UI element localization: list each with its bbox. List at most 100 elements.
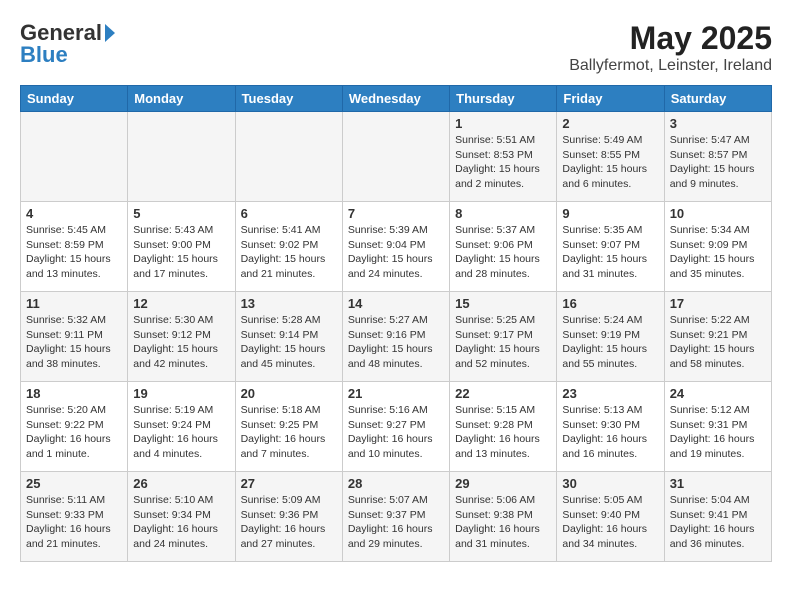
day-info: Sunrise: 5:18 AMSunset: 9:25 PMDaylight:…: [241, 403, 337, 462]
day-number: 18: [26, 386, 122, 401]
day-number: 19: [133, 386, 229, 401]
day-info: Sunrise: 5:16 AMSunset: 9:27 PMDaylight:…: [348, 403, 444, 462]
day-info: Sunrise: 5:11 AMSunset: 9:33 PMDaylight:…: [26, 493, 122, 552]
logo-blue-text: Blue: [20, 42, 68, 68]
day-number: 27: [241, 476, 337, 491]
calendar-week-row: 25 Sunrise: 5:11 AMSunset: 9:33 PMDayligh…: [21, 472, 772, 562]
calendar-day-8: 8Sunrise: 5:37 AMSunset: 9:06 PMDaylight…: [450, 202, 557, 292]
day-number: 24: [670, 386, 766, 401]
day-number: 1: [455, 116, 551, 131]
day-info: Sunrise: 5:25 AMSunset: 9:17 PMDaylight:…: [455, 313, 551, 372]
calendar-day-23: 23Sunrise: 5:13 AMSunset: 9:30 PMDayligh…: [557, 382, 664, 472]
day-number: 9: [562, 206, 658, 221]
calendar-day-31: 31 Sunrise: 5:04 AMSunset: 9:41 PMDayligh…: [664, 472, 771, 562]
day-number: 12: [133, 296, 229, 311]
day-number: 29: [455, 476, 551, 491]
day-number: 3: [670, 116, 766, 131]
day-number: 11: [26, 296, 122, 311]
day-number: 16: [562, 296, 658, 311]
calendar-day-11: 11 Sunrise: 5:32 AMSunset: 9:11 PMDayligh…: [21, 292, 128, 382]
calendar-day-15: 15 Sunrise: 5:25 AMSunset: 9:17 PMDayligh…: [450, 292, 557, 382]
day-info: Sunrise: 5:05 AMSunset: 9:40 PMDaylight:…: [562, 493, 658, 552]
day-info: Sunrise: 5:15 AMSunset: 9:28 PMDaylight:…: [455, 403, 551, 462]
calendar-day-25: 25 Sunrise: 5:11 AMSunset: 9:33 PMDayligh…: [21, 472, 128, 562]
day-number: 28: [348, 476, 444, 491]
day-info: Sunrise: 5:39 AMSunset: 9:04 PMDaylight:…: [348, 223, 444, 282]
day-number: 26: [133, 476, 229, 491]
calendar-empty-cell: [128, 112, 235, 202]
weekday-header-sunday: Sunday: [21, 86, 128, 112]
day-info: Sunrise: 5:30 AMSunset: 9:12 PMDaylight:…: [133, 313, 229, 372]
day-number: 2: [562, 116, 658, 131]
day-info: Sunrise: 5:51 AMSunset: 8:53 PMDaylight:…: [455, 133, 551, 192]
logo-icon: [103, 22, 117, 44]
day-info: Sunrise: 5:32 AMSunset: 9:11 PMDaylight:…: [26, 313, 122, 372]
day-info: Sunrise: 5:41 AMSunset: 9:02 PMDaylight:…: [241, 223, 337, 282]
calendar-week-row: 11 Sunrise: 5:32 AMSunset: 9:11 PMDayligh…: [21, 292, 772, 382]
day-number: 4: [26, 206, 122, 221]
day-info: Sunrise: 5:09 AMSunset: 9:36 PMDaylight:…: [241, 493, 337, 552]
calendar-day-20: 20 Sunrise: 5:18 AMSunset: 9:25 PMDayligh…: [235, 382, 342, 472]
calendar-day-14: 14Sunrise: 5:27 AMSunset: 9:16 PMDayligh…: [342, 292, 449, 382]
calendar-day-1: 1 Sunrise: 5:51 AMSunset: 8:53 PMDaylight…: [450, 112, 557, 202]
calendar-week-row: 1 Sunrise: 5:51 AMSunset: 8:53 PMDaylight…: [21, 112, 772, 202]
day-number: 10: [670, 206, 766, 221]
day-number: 25: [26, 476, 122, 491]
day-info: Sunrise: 5:13 AMSunset: 9:30 PMDaylight:…: [562, 403, 658, 462]
day-info: Sunrise: 5:27 AMSunset: 9:16 PMDaylight:…: [348, 313, 444, 372]
day-number: 31: [670, 476, 766, 491]
day-number: 21: [348, 386, 444, 401]
day-info: Sunrise: 5:07 AMSunset: 9:37 PMDaylight:…: [348, 493, 444, 552]
calendar-day-7: 7 Sunrise: 5:39 AMSunset: 9:04 PMDaylight…: [342, 202, 449, 292]
calendar-day-19: 19 Sunrise: 5:19 AMSunset: 9:24 PMDayligh…: [128, 382, 235, 472]
calendar-day-18: 18Sunrise: 5:20 AMSunset: 9:22 PMDayligh…: [21, 382, 128, 472]
day-info: Sunrise: 5:10 AMSunset: 9:34 PMDaylight:…: [133, 493, 229, 552]
calendar-day-4: 4 Sunrise: 5:45 AMSunset: 8:59 PMDaylight…: [21, 202, 128, 292]
calendar-day-30: 30 Sunrise: 5:05 AMSunset: 9:40 PMDayligh…: [557, 472, 664, 562]
calendar-day-27: 27 Sunrise: 5:09 AMSunset: 9:36 PMDayligh…: [235, 472, 342, 562]
day-info: Sunrise: 5:49 AMSunset: 8:55 PMDaylight:…: [562, 133, 658, 192]
day-number: 6: [241, 206, 337, 221]
calendar-day-21: 21 Sunrise: 5:16 AMSunset: 9:27 PMDayligh…: [342, 382, 449, 472]
calendar-day-6: 6 Sunrise: 5:41 AMSunset: 9:02 PMDaylight…: [235, 202, 342, 292]
weekday-header-row: SundayMondayTuesdayWednesdayThursdayFrid…: [21, 86, 772, 112]
day-number: 30: [562, 476, 658, 491]
weekday-header-tuesday: Tuesday: [235, 86, 342, 112]
calendar-day-28: 28 Sunrise: 5:07 AMSunset: 9:37 PMDayligh…: [342, 472, 449, 562]
calendar-day-13: 13 Sunrise: 5:28 AMSunset: 9:14 PMDayligh…: [235, 292, 342, 382]
calendar-day-29: 29 Sunrise: 5:06 AMSunset: 9:38 PMDayligh…: [450, 472, 557, 562]
day-info: Sunrise: 5:35 AMSunset: 9:07 PMDaylight:…: [562, 223, 658, 282]
calendar-day-2: 2 Sunrise: 5:49 AMSunset: 8:55 PMDaylight…: [557, 112, 664, 202]
calendar-day-17: 17Sunrise: 5:22 AMSunset: 9:21 PMDayligh…: [664, 292, 771, 382]
weekday-header-thursday: Thursday: [450, 86, 557, 112]
calendar-day-26: 26 Sunrise: 5:10 AMSunset: 9:34 PMDayligh…: [128, 472, 235, 562]
day-info: Sunrise: 5:28 AMSunset: 9:14 PMDaylight:…: [241, 313, 337, 372]
day-number: 15: [455, 296, 551, 311]
day-info: Sunrise: 5:19 AMSunset: 9:24 PMDaylight:…: [133, 403, 229, 462]
day-info: Sunrise: 5:34 AMSunset: 9:09 PMDaylight:…: [670, 223, 766, 282]
calendar-day-10: 10 Sunrise: 5:34 AMSunset: 9:09 PMDayligh…: [664, 202, 771, 292]
weekday-header-monday: Monday: [128, 86, 235, 112]
day-info: Sunrise: 5:37 AMSunset: 9:06 PMDaylight:…: [455, 223, 551, 282]
calendar-table: SundayMondayTuesdayWednesdayThursdayFrid…: [20, 85, 772, 562]
day-info: Sunrise: 5:12 AMSunset: 9:31 PMDaylight:…: [670, 403, 766, 462]
weekday-header-wednesday: Wednesday: [342, 86, 449, 112]
day-info: Sunrise: 5:04 AMSunset: 9:41 PMDaylight:…: [670, 493, 766, 552]
calendar-day-22: 22 Sunrise: 5:15 AMSunset: 9:28 PMDayligh…: [450, 382, 557, 472]
calendar-day-12: 12 Sunrise: 5:30 AMSunset: 9:12 PMDayligh…: [128, 292, 235, 382]
day-number: 7: [348, 206, 444, 221]
calendar-empty-cell: [342, 112, 449, 202]
day-info: Sunrise: 5:45 AMSunset: 8:59 PMDaylight:…: [26, 223, 122, 282]
logo: General Blue: [20, 20, 118, 68]
calendar-empty-cell: [21, 112, 128, 202]
day-number: 13: [241, 296, 337, 311]
month-title: May 2025: [569, 20, 772, 57]
weekday-header-friday: Friday: [557, 86, 664, 112]
location: Ballyfermot, Leinster, Ireland: [569, 57, 772, 75]
day-number: 22: [455, 386, 551, 401]
day-info: Sunrise: 5:06 AMSunset: 9:38 PMDaylight:…: [455, 493, 551, 552]
day-number: 20: [241, 386, 337, 401]
weekday-header-saturday: Saturday: [664, 86, 771, 112]
calendar-day-24: 24 Sunrise: 5:12 AMSunset: 9:31 PMDayligh…: [664, 382, 771, 472]
day-number: 5: [133, 206, 229, 221]
